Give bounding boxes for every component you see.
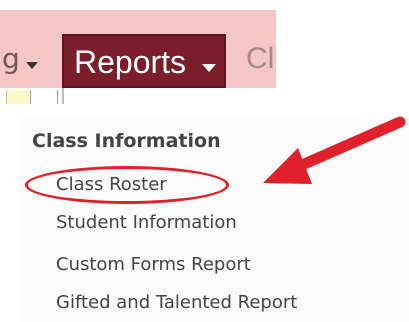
- annotation-arrow-icon: [263, 116, 406, 184]
